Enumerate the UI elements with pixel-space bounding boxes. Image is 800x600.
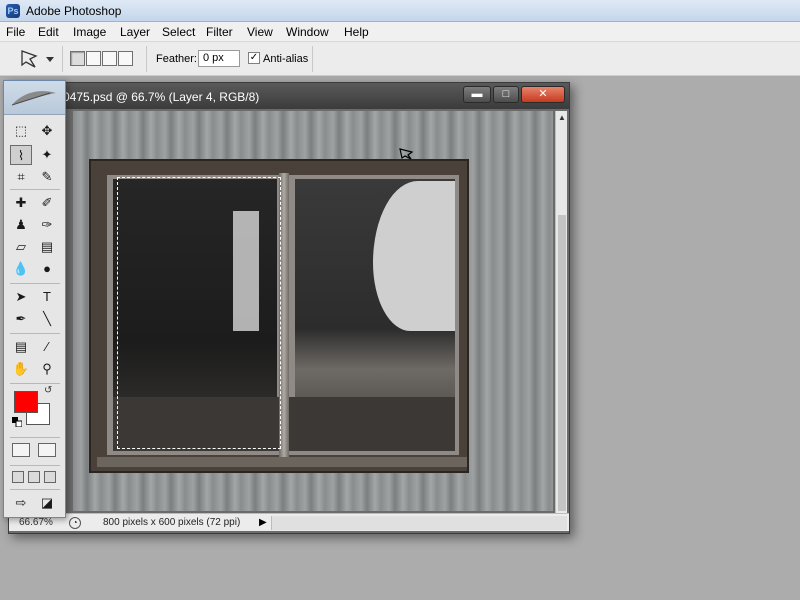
status-menu-arrow[interactable]: ▶: [259, 517, 267, 528]
path-selection-tool-icon[interactable]: ➤: [10, 287, 32, 307]
truck-lettering: [403, 191, 453, 221]
menu-file[interactable]: File: [6, 25, 25, 39]
options-bar: Feather: 0 px ✓ Anti-alias: [0, 42, 800, 76]
type-tool-icon[interactable]: T: [36, 287, 58, 307]
menu-window[interactable]: Window: [286, 25, 329, 39]
status-clock-icon: ◔: [69, 517, 81, 529]
selection-marquee[interactable]: [117, 177, 281, 449]
vertical-scrollbar[interactable]: ▲: [555, 111, 567, 513]
feather-icon: [11, 91, 56, 106]
swap-colors-icon[interactable]: ↺: [44, 385, 52, 396]
toolbox-header[interactable]: [4, 81, 65, 115]
crop-tool-icon[interactable]: ⌗: [10, 167, 32, 187]
separator: [10, 383, 60, 384]
subtract-from-selection-button[interactable]: [102, 51, 117, 66]
intersect-selection-button[interactable]: [118, 51, 133, 66]
quick-mask-mode-button[interactable]: [38, 443, 56, 457]
scroll-up-arrow[interactable]: ▲: [557, 113, 567, 123]
separator: [10, 189, 60, 190]
jump-to-imageready-icon[interactable]: ⇨: [10, 493, 32, 513]
eraser-tool-icon[interactable]: ▱: [10, 237, 32, 257]
separator: [10, 333, 60, 334]
close-button[interactable]: ✕: [521, 86, 565, 103]
new-selection-button[interactable]: [70, 51, 85, 66]
vertical-scroll-thumb[interactable]: [558, 215, 566, 511]
lasso-cursor-icon: [399, 148, 414, 160]
clone-stamp-tool-icon[interactable]: ♟: [10, 215, 32, 235]
brush-tool-icon[interactable]: ✐: [36, 193, 58, 213]
photoshop-icon: Ps: [6, 4, 20, 18]
add-to-selection-button[interactable]: [86, 51, 101, 66]
full-screen-mode-button[interactable]: [44, 471, 56, 483]
pen-tool-icon[interactable]: ✒: [10, 309, 32, 329]
menu-view[interactable]: View: [247, 25, 273, 39]
imageready-icon[interactable]: ◪: [36, 493, 58, 513]
app-title: Adobe Photoshop: [26, 4, 122, 18]
zoom-readout[interactable]: 66.67%: [19, 517, 69, 528]
window-sill: [97, 457, 467, 467]
maximize-button[interactable]: □: [493, 86, 519, 103]
history-brush-tool-icon[interactable]: ✑: [36, 215, 58, 235]
hand-tool-icon[interactable]: ✋: [10, 359, 32, 379]
gradient-tool-icon[interactable]: ▤: [36, 237, 58, 257]
menu-select[interactable]: Select: [162, 25, 195, 39]
polygonal-lasso-tool-icon[interactable]: ⌇: [10, 145, 32, 165]
separator: [10, 465, 60, 466]
tool-preset-picker[interactable]: [16, 47, 58, 71]
antialias-checkbox[interactable]: ✓: [248, 52, 260, 64]
document-titlebar[interactable]: 0475.psd @ 66.7% (Layer 4, RGB/8) ▬ □ ✕: [9, 83, 569, 109]
menu-layer[interactable]: Layer: [120, 25, 150, 39]
antialias-label: Anti-alias: [263, 53, 309, 65]
magic-wand-tool-icon[interactable]: ✦: [36, 145, 58, 165]
app-titlebar: Ps Adobe Photoshop: [0, 0, 800, 22]
foreground-color-swatch[interactable]: [14, 391, 38, 413]
move-tool-icon[interactable]: ✥: [36, 121, 58, 141]
separator: [10, 283, 60, 284]
menu-bar: File Edit Image Layer Select Filter View…: [0, 22, 800, 42]
separator: [10, 437, 60, 438]
feather-input[interactable]: 0 px: [198, 50, 240, 67]
feather-label: Feather:: [156, 53, 197, 65]
document-window: 0475.psd @ 66.7% (Layer 4, RGB/8) ▬ □ ✕ …: [8, 82, 570, 534]
menu-help[interactable]: Help: [344, 25, 369, 39]
document-info: 800 pixels x 600 pixels (72 ppi): [103, 517, 241, 528]
marquee-tool-icon[interactable]: ⬚: [10, 121, 32, 141]
separator: [62, 46, 63, 72]
polygonal-lasso-icon: [21, 50, 54, 68]
minimize-button[interactable]: ▬: [463, 86, 491, 103]
healing-brush-tool-icon[interactable]: ✚: [10, 193, 32, 213]
separator: [146, 46, 147, 72]
toolbox: ⬚ ✥ ⌇ ✦ ⌗ ✎ ✚ ✐ ♟ ✑ ▱ ▤ 💧 ● ➤ T ✒ ╲ ▤ ⁄ …: [3, 80, 66, 518]
full-screen-menu-mode-button[interactable]: [28, 471, 40, 483]
zoom-tool-icon[interactable]: ⚲: [36, 359, 58, 379]
menu-filter[interactable]: Filter: [206, 25, 233, 39]
eyedropper-tool-icon[interactable]: ⁄: [36, 337, 58, 357]
menu-edit[interactable]: Edit: [38, 25, 59, 39]
notes-tool-icon[interactable]: ▤: [10, 337, 32, 357]
default-colors-icon[interactable]: [12, 417, 22, 427]
document-statusbar: 66.67% ◔ 800 pixels x 600 pixels (72 ppi…: [9, 513, 569, 531]
horizontal-scrollbar[interactable]: [271, 516, 567, 530]
slice-tool-icon[interactable]: ✎: [36, 167, 58, 187]
document-title: 0475.psd @ 66.7% (Layer 4, RGB/8): [63, 90, 260, 104]
separator: [312, 46, 313, 72]
standard-screen-mode-button[interactable]: [12, 471, 24, 483]
image-canvas[interactable]: [73, 111, 553, 511]
blur-tool-icon[interactable]: 💧: [10, 259, 32, 279]
menu-image[interactable]: Image: [73, 25, 106, 39]
separator: [10, 489, 60, 490]
dodge-tool-icon[interactable]: ●: [36, 259, 58, 279]
line-tool-icon[interactable]: ╲: [36, 309, 58, 329]
standard-mode-button[interactable]: [12, 443, 30, 457]
